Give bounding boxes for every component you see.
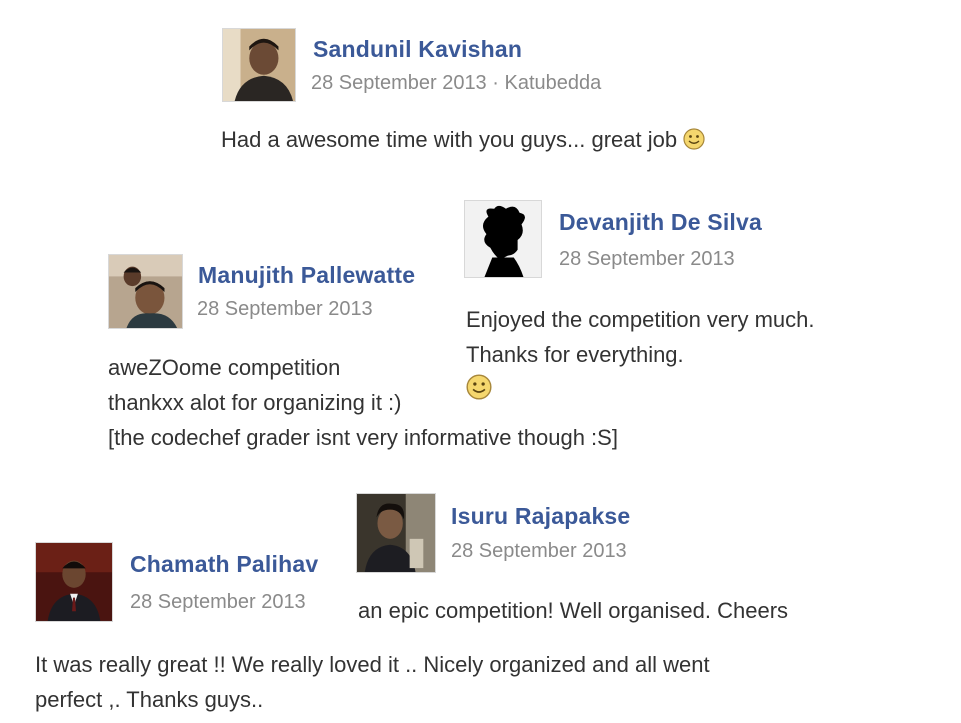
author-name[interactable]: Sandunil Kavishan xyxy=(313,36,522,63)
post-line: Enjoyed the competition very much. xyxy=(466,307,815,332)
post-line: an epic competition! Well organised. Che… xyxy=(358,598,789,623)
post-line: [the codechef grader isnt very informati… xyxy=(108,425,618,450)
post-meta: 28 September 2013 · Katubedda xyxy=(311,72,601,95)
post-text: an epic competition! Well organised. Che… xyxy=(358,593,788,628)
avatar-chamath[interactable] xyxy=(35,542,113,622)
post-date[interactable]: 28 September 2013 xyxy=(311,72,487,94)
avatar-manujith[interactable] xyxy=(108,254,183,329)
post-line: It was really great !! We really loved i… xyxy=(35,652,710,677)
author-name[interactable]: Manujith Pallewatte xyxy=(198,262,415,289)
post-date[interactable]: 28 September 2013 xyxy=(451,540,627,563)
post-line: Thanks for everything. xyxy=(466,342,684,367)
author-name[interactable]: Devanjith De Silva xyxy=(559,209,762,236)
smiley-row xyxy=(466,372,815,407)
post-date[interactable]: 28 September 2013 xyxy=(559,248,735,271)
avatar-isuru[interactable] xyxy=(356,493,436,573)
post-line: perfect ,. Thanks guys.. xyxy=(35,687,264,712)
post-text: Enjoyed the competition very much. Thank… xyxy=(466,302,815,407)
avatar-sandunil[interactable] xyxy=(222,28,296,102)
author-name[interactable]: Isuru Rajapakse xyxy=(451,503,630,530)
smiley-icon xyxy=(683,128,705,150)
post-sandunil: Sandunil Kavishan 28 September 2013 · Ka… xyxy=(210,20,850,160)
meta-separator: · xyxy=(492,72,499,94)
post-line: Had a awesome time with you guys... grea… xyxy=(221,127,678,152)
post-location[interactable]: Katubedda xyxy=(504,72,601,94)
post-text: Had a awesome time with you guys... grea… xyxy=(221,122,705,157)
avatar-devanjith[interactable] xyxy=(464,200,542,278)
post-text: It was really great !! We really loved i… xyxy=(35,647,710,717)
smiley-icon xyxy=(466,374,492,400)
post-devanjith: Devanjith De Silva 28 September 2013 Enj… xyxy=(452,190,932,425)
author-name[interactable]: Chamath Palihav xyxy=(130,551,318,578)
post-date[interactable]: 28 September 2013 xyxy=(197,298,373,321)
post-isuru: Isuru Rajapakse 28 September 2013 an epi… xyxy=(348,488,918,628)
post-date[interactable]: 28 September 2013 xyxy=(130,591,306,614)
